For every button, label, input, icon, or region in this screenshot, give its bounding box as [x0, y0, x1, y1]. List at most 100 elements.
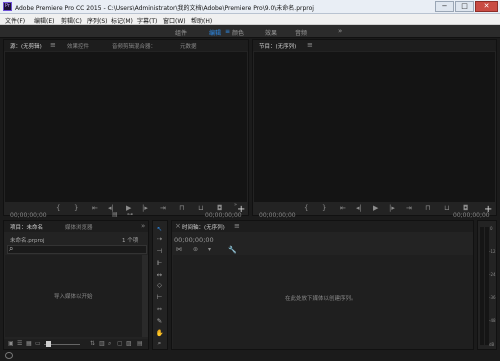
workspace-overflow-icon[interactable]: »: [338, 27, 342, 35]
program-panel-menu-icon[interactable]: ≡: [307, 41, 313, 49]
wrench-icon[interactable]: 🔧: [228, 246, 237, 254]
menu-file[interactable]: 文件(F): [5, 16, 25, 25]
timeline-panel-menu-icon[interactable]: ≡: [234, 222, 240, 230]
workspace-assembly[interactable]: 组件: [175, 28, 187, 37]
program-mark-out-icon[interactable]: }: [322, 204, 326, 212]
find-icon[interactable]: ⌕: [108, 340, 111, 348]
slip-tool-icon[interactable]: ⊢: [155, 293, 164, 302]
program-button-editor-plus[interactable]: +: [484, 205, 492, 215]
maximize-button[interactable]: □: [455, 1, 474, 12]
status-indicator-icon[interactable]: [5, 352, 13, 359]
selection-tool-icon[interactable]: ↖: [155, 225, 164, 234]
window-title: Adobe Premiere Pro CC 2015 - C:\Users\Ad…: [15, 5, 314, 12]
project-panel: 项目：未命名 媒体浏览器 » 未命名.prproj 1 个项 ⌕ 导入媒体以开始…: [3, 220, 149, 350]
minimize-button[interactable]: −: [435, 1, 454, 12]
slide-tool-icon[interactable]: ⇿: [155, 305, 164, 314]
project-search-input[interactable]: [7, 245, 147, 254]
tab-project[interactable]: 项目：未命名: [10, 223, 43, 231]
new-item-icon[interactable]: ▨: [126, 340, 132, 348]
source-play-icon[interactable]: ▶: [126, 204, 131, 212]
source-step-back-icon[interactable]: ◂|: [108, 204, 114, 212]
menu-edit[interactable]: 编辑(E): [34, 16, 54, 25]
razor-tool-icon[interactable]: ◇: [155, 281, 164, 290]
program-play-icon[interactable]: ▶: [373, 204, 378, 212]
tab-metadata[interactable]: 元数据: [180, 42, 197, 50]
zoom-slider-handle[interactable]: [46, 341, 51, 347]
timeline-panel: × 时间轴：(无序列) ≡ 00;00;00;00 ⋈ ⊛ ▾ 🔧 在此处放下媒…: [171, 220, 474, 350]
source-button-editor-plus[interactable]: +: [237, 205, 245, 215]
program-go-to-in-icon[interactable]: ⇤: [340, 204, 346, 212]
source-export-frame-icon[interactable]: ◘: [217, 204, 223, 212]
track-select-tool-icon[interactable]: ⇢: [155, 235, 164, 244]
list-view-icon[interactable]: ☰: [17, 340, 22, 348]
workspace-audio[interactable]: 音频: [295, 28, 307, 37]
freeform-view-icon[interactable]: ▭: [35, 340, 41, 348]
menu-marker[interactable]: 标记(M): [111, 16, 133, 25]
source-match-icon[interactable]: ⊶: [127, 211, 133, 219]
project-scrollbar[interactable]: [142, 255, 148, 337]
source-go-to-in-icon[interactable]: ⇤: [92, 204, 98, 212]
source-monitor-panel: 源：(无剪辑) ≡ 效果控件 音频剪辑混合器： 元数据 00;00;00;00 …: [3, 39, 249, 219]
program-step-back-icon[interactable]: ◂|: [356, 204, 362, 212]
tab-audio-clip-mixer[interactable]: 音频剪辑混合器：: [112, 42, 156, 50]
source-mark-in-icon[interactable]: {: [56, 204, 60, 212]
snap-icon[interactable]: ⋈: [176, 246, 182, 254]
premiere-app-icon: Pr: [3, 2, 12, 11]
meter-label-48: -48: [489, 318, 496, 323]
timeline-timecode[interactable]: 00;00;00;00: [174, 236, 214, 244]
tab-program[interactable]: 节目：(无序列): [259, 42, 296, 50]
program-go-to-out-icon[interactable]: ⇥: [406, 204, 412, 212]
menu-title[interactable]: 字幕(T): [137, 16, 157, 25]
hand-tool-icon[interactable]: ✋: [155, 329, 164, 338]
ripple-edit-tool-icon[interactable]: ⊣: [155, 247, 164, 256]
timeline-close-icon[interactable]: ×: [175, 222, 181, 230]
source-step-forward-icon[interactable]: |▸: [142, 204, 148, 212]
tab-source[interactable]: 源：(无剪辑): [10, 42, 42, 50]
source-viewer[interactable]: [5, 52, 247, 202]
workspace-color[interactable]: 颜色: [232, 28, 244, 37]
close-button[interactable]: ✕: [475, 1, 498, 12]
program-mark-in-icon[interactable]: {: [304, 204, 308, 212]
source-timecode[interactable]: 00;00;00;00: [10, 212, 47, 219]
source-insert-icon[interactable]: ⊓: [179, 204, 184, 212]
project-overflow-icon[interactable]: »: [141, 222, 145, 230]
menu-sequence[interactable]: 序列(S): [87, 16, 108, 25]
meter-label-24: -24: [489, 272, 496, 277]
tab-timeline[interactable]: 时间轴：(无序列): [182, 223, 225, 231]
zoom-tool-icon[interactable]: ⌕: [155, 339, 164, 348]
source-overwrite-icon[interactable]: ⊔: [198, 204, 203, 212]
menu-help[interactable]: 帮助(H): [191, 16, 212, 25]
program-extract-icon[interactable]: ⊔: [444, 204, 449, 212]
rolling-edit-tool-icon[interactable]: ⊩: [155, 259, 164, 268]
source-panel-menu-icon[interactable]: ≡: [50, 41, 56, 49]
program-viewer[interactable]: [254, 52, 495, 202]
source-insert-marker-icon[interactable]: ▤: [112, 211, 118, 219]
workspace-menu-icon[interactable]: ≡: [225, 28, 230, 35]
tab-media-browser[interactable]: 媒体浏览器: [65, 223, 93, 231]
workspace-bar: [0, 25, 500, 38]
automate-to-sequence-icon[interactable]: ▥: [99, 340, 105, 348]
clear-icon[interactable]: ▤: [137, 340, 143, 348]
program-step-forward-icon[interactable]: |▸: [389, 204, 395, 212]
timeline-track-area[interactable]: [173, 255, 473, 349]
linked-selection-icon[interactable]: ⊛: [193, 246, 198, 254]
sort-icon[interactable]: ⇅: [90, 340, 95, 348]
workspace-editing[interactable]: 编辑: [209, 28, 221, 37]
pen-tool-icon[interactable]: ✎: [155, 317, 164, 326]
menu-window[interactable]: 窗口(W): [163, 16, 186, 25]
tab-effect-controls[interactable]: 效果控件: [67, 42, 89, 50]
program-export-frame-icon[interactable]: ◘: [463, 204, 469, 212]
rate-stretch-tool-icon[interactable]: ↔: [155, 271, 164, 280]
source-go-to-out-icon[interactable]: ⇥: [160, 204, 166, 212]
search-icon: ⌕: [9, 244, 14, 253]
program-lift-icon[interactable]: ⊓: [425, 204, 430, 212]
source-mark-out-icon[interactable]: }: [74, 204, 78, 212]
program-timecode[interactable]: 00;00;00;00: [259, 212, 296, 219]
add-marker-icon[interactable]: ▾: [208, 246, 211, 254]
audio-meter-right-channel: [485, 227, 489, 345]
lock-icon[interactable]: ▣: [8, 340, 14, 348]
menu-clip[interactable]: 剪辑(C): [61, 16, 82, 25]
workspace-effects[interactable]: 效果: [265, 28, 277, 37]
icon-view-icon[interactable]: ▦: [26, 340, 32, 348]
new-bin-icon[interactable]: ▢: [117, 340, 123, 348]
